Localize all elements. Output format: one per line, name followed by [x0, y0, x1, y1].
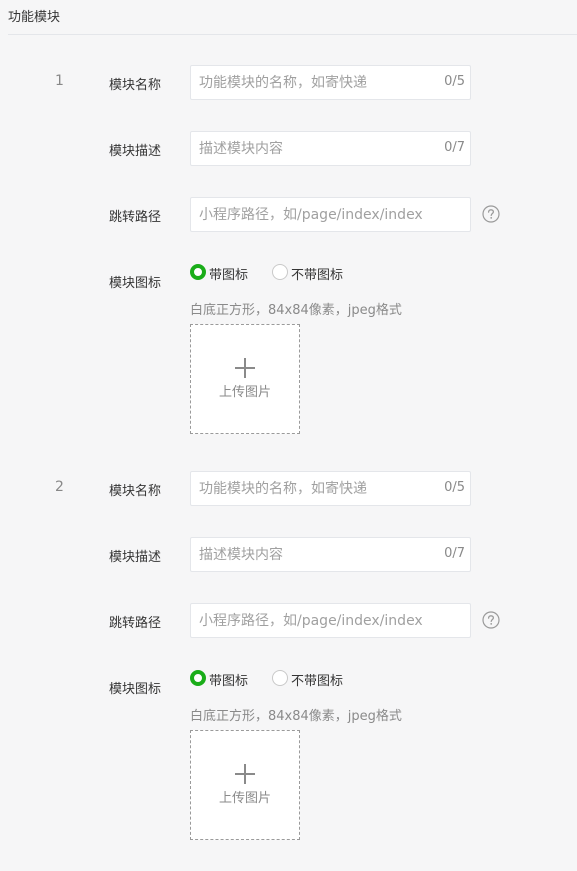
module-name-counter: 0/5 [444, 74, 465, 89]
module-name-field[interactable]: 0/5 [190, 471, 471, 506]
jump-path-label: 跳转路径 [109, 616, 162, 631]
upload-label: 上传图片 [218, 385, 271, 400]
module-icon-label: 模块图标 [109, 682, 162, 697]
module-desc-input[interactable] [191, 132, 429, 165]
upload-image-button[interactable]: 上传图片 [190, 324, 300, 434]
section-divider [8, 34, 577, 35]
module-name-label: 模块名称 [109, 484, 162, 499]
module-desc-input[interactable] [191, 538, 429, 571]
module-desc-field[interactable]: 0/7 [190, 537, 471, 572]
jump-path-label: 跳转路径 [109, 210, 162, 225]
module-name-field[interactable]: 0/5 [190, 65, 471, 100]
radio-checked-icon [190, 264, 206, 280]
module-icon-label: 模块图标 [109, 276, 162, 291]
plus-icon [235, 358, 255, 378]
radio-unchecked-icon [272, 670, 288, 686]
module-name-input[interactable] [191, 472, 429, 505]
upload-label: 上传图片 [218, 791, 271, 806]
module-index: 1 [55, 73, 64, 89]
module-desc-counter: 0/7 [444, 140, 465, 155]
icon-hint: 白底正方形，84x84像素，jpeg格式 [190, 303, 402, 318]
module-desc-label: 模块描述 [109, 144, 162, 159]
help-question-icon[interactable] [482, 205, 500, 223]
jump-path-field[interactable] [190, 197, 471, 232]
module-desc-counter: 0/7 [444, 546, 465, 561]
upload-image-button[interactable]: 上传图片 [190, 730, 300, 840]
radio-unchecked-icon [272, 264, 288, 280]
icon-hint: 白底正方形，84x84像素，jpeg格式 [190, 709, 402, 724]
module-desc-field[interactable]: 0/7 [190, 131, 471, 166]
module-name-label: 模块名称 [109, 78, 162, 93]
plus-icon [235, 764, 255, 784]
module-2: 2 模块名称 0/5 模块描述 0/7 跳转路径 模块图标 带图标 不带图标 白… [0, 471, 577, 871]
module-desc-label: 模块描述 [109, 550, 162, 565]
jump-path-field[interactable] [190, 603, 471, 638]
radio-checked-icon [190, 670, 206, 686]
jump-path-input[interactable] [191, 604, 469, 637]
section-title: 功能模块 [8, 10, 61, 25]
help-question-icon[interactable] [482, 611, 500, 629]
module-name-input[interactable] [191, 66, 429, 99]
module-1: 1 模块名称 0/5 模块描述 0/7 跳转路径 模块图标 带图标 不带图标 白… [0, 65, 577, 465]
module-name-counter: 0/5 [444, 480, 465, 495]
module-index: 2 [55, 479, 64, 495]
jump-path-input[interactable] [191, 198, 469, 231]
